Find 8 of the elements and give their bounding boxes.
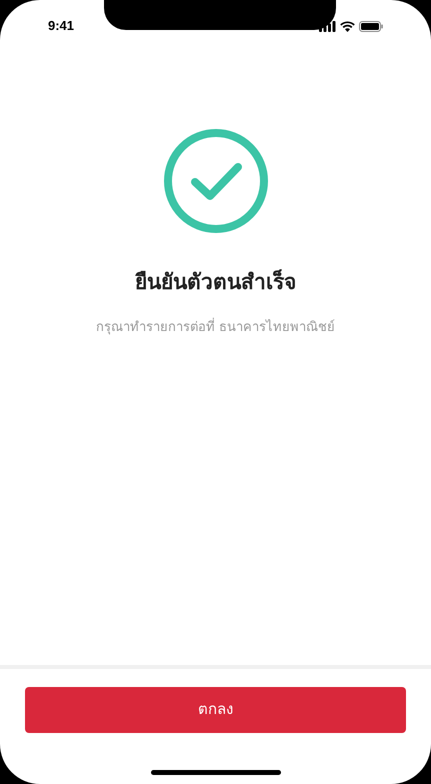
status-time: 9:41	[48, 17, 74, 36]
ok-button[interactable]: ตกลง	[25, 687, 406, 733]
signal-icon	[319, 20, 336, 32]
success-message: กรุณาทำรายการต่อที่ ธนาคารไทยพาณิชย์	[96, 316, 335, 336]
check-circle-icon	[162, 127, 270, 235]
wifi-icon	[340, 20, 355, 32]
success-title: ยืนยันตัวตนสำเร็จ	[135, 268, 296, 296]
battery-icon	[359, 20, 383, 32]
